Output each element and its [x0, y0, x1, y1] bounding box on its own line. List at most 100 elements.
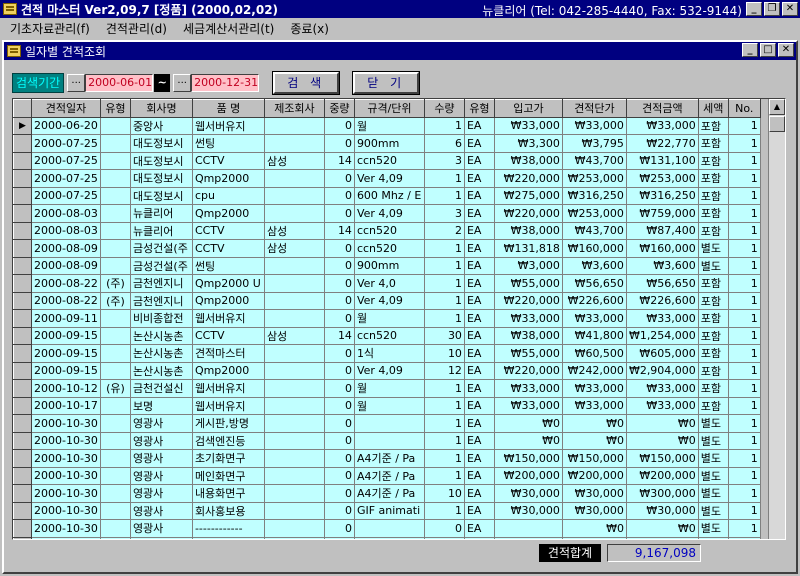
cell-unit[interactable]: EA [463, 309, 495, 328]
cell-cost[interactable]: ₩55,000 [493, 344, 563, 363]
table-row[interactable]: 2000-07-25 대도정보시 썬팅 0 900mm 6 EA ₩3,300 ₩3,795 ₩2… [13, 134, 761, 153]
table-row[interactable]: 2000-07-25 대도정보시 CCTV 삼성 14 ccn520 3 EA ₩38,000 ₩… [13, 151, 761, 170]
cell-prefix[interactable] [99, 221, 131, 240]
cell-product[interactable]: 웹서버유지 [191, 396, 265, 415]
cell-cost[interactable]: ₩38,000 [493, 151, 563, 170]
cell-no[interactable]: 1 [727, 414, 761, 433]
cell-unit-price[interactable]: ₩56,650 [561, 274, 627, 293]
cell-spec[interactable]: Ver 4,09 [353, 204, 425, 223]
cell-unit[interactable]: EA [463, 186, 495, 205]
cell-date[interactable]: 2000-09-11 [31, 309, 101, 328]
cell-spec[interactable]: Ver 4,0 [353, 274, 425, 293]
cell-manufacturer[interactable] [263, 344, 325, 363]
cell-spec[interactable]: GIF animati [353, 501, 425, 520]
cell-weight[interactable]: 0 [323, 204, 355, 223]
menu-estimate[interactable]: 견적관리(d) [98, 20, 175, 37]
estimate-grid[interactable]: 견적일자 유형 회사명 품 명 제조회사 중량 규격/단위 수량 유형 입고가 견적단가 견적금액 세액… [12, 98, 786, 540]
cell-unit[interactable]: EA [463, 221, 495, 240]
cell-cost[interactable]: ₩30,000 [493, 536, 563, 539]
cell-spec[interactable]: A4기준 / Pa [353, 484, 425, 503]
cell-prefix[interactable]: (주) [99, 291, 131, 310]
table-row[interactable]: 2000-08-09 금성건설(주 썬팅 0 900mm 1 EA ₩3,000 ₩3,600 ₩… [13, 256, 761, 275]
cell-prefix[interactable] [99, 344, 131, 363]
cell-weight[interactable]: 0 [323, 414, 355, 433]
table-row[interactable]: 2000-09-15 논산시농촌 Qmp2000 0 Ver 4,09 12 EA ₩220,… [13, 361, 761, 380]
cell-tax[interactable]: 포함 [697, 361, 729, 380]
cell-amount[interactable]: ₩0 [625, 431, 699, 450]
cell-prefix[interactable] [99, 536, 131, 539]
cell-prefix[interactable] [99, 169, 131, 188]
cell-no[interactable]: 1 [727, 396, 761, 415]
cell-date[interactable]: 2000-08-09 [31, 239, 101, 258]
cell-tax[interactable]: 별도 [697, 414, 729, 433]
cell-company[interactable]: 대도정보시 [129, 169, 193, 188]
cell-date[interactable]: 2000-10-17 [31, 396, 101, 415]
cell-date[interactable]: 2000-10-30 [31, 431, 101, 450]
cell-date[interactable]: 2000-08-22 [31, 291, 101, 310]
table-row[interactable]: 2000-07-25 대도정보시 cpu 0 600 Mhz / E 1 EA ₩275,00… [13, 186, 761, 205]
cell-qty[interactable]: 1 [423, 449, 465, 468]
cell-qty[interactable]: 1 [423, 414, 465, 433]
cell-weight[interactable]: 14 [323, 151, 355, 170]
cell-spec[interactable]: 600 Mhz / E [353, 186, 425, 205]
cell-cost[interactable]: ₩200,000 [493, 466, 563, 485]
column-header-tax[interactable]: 세액 [697, 99, 729, 118]
cell-no[interactable]: 1 [727, 431, 761, 450]
cell-tax[interactable]: 포함 [697, 396, 729, 415]
cell-no[interactable]: 1 [727, 256, 761, 275]
cell-no[interactable]: 1 [727, 519, 761, 538]
cell-product[interactable]: 웹서버유지 [191, 116, 265, 135]
cell-product[interactable]: 웹서버유지 [191, 309, 265, 328]
cell-date[interactable]: 2000-08-03 [31, 221, 101, 240]
cell-date[interactable]: 2000-07-25 [31, 186, 101, 205]
cell-qty[interactable]: 1 [423, 186, 465, 205]
cell-tax[interactable]: 별도 [697, 466, 729, 485]
cell-amount[interactable]: ₩150,000 [625, 449, 699, 468]
cell-unit-price[interactable]: ₩253,000 [561, 204, 627, 223]
cell-weight[interactable]: 14 [323, 221, 355, 240]
cell-qty[interactable]: 1 [423, 466, 465, 485]
cell-company[interactable]: 영광사 [129, 519, 193, 538]
cell-product[interactable]: 회사홍보용 [191, 501, 265, 520]
cell-company[interactable]: 영광사 [129, 414, 193, 433]
cell-spec[interactable]: ccn520 [353, 326, 425, 345]
cell-amount[interactable]: ₩56,650 [625, 274, 699, 293]
cell-qty[interactable]: 6 [423, 134, 465, 153]
date-to-field[interactable]: 2000-12-31 [191, 74, 260, 92]
cell-spec[interactable]: 월 [353, 379, 425, 398]
cell-date[interactable]: 2000-08-03 [31, 204, 101, 223]
cell-unit[interactable]: EA [463, 519, 495, 538]
child-minimize-button[interactable]: _ [742, 43, 758, 57]
table-row[interactable]: 2000-10-30 영광사 메인화면구 0 A4기준 / Pa 1 EA ₩200,000 ₩… [13, 466, 761, 485]
table-row[interactable]: 2000-08-03 뉴클리어 Qmp2000 0 Ver 4,09 3 EA ₩220,00… [13, 204, 761, 223]
cell-no[interactable]: 1 [727, 449, 761, 468]
cell-unit-price[interactable]: ₩242,000 [561, 361, 627, 380]
cell-amount[interactable]: ₩759,000 [625, 204, 699, 223]
cell-prefix[interactable] [99, 414, 131, 433]
cell-unit-price[interactable]: ₩200,000 [561, 466, 627, 485]
cell-unit[interactable]: EA [463, 431, 495, 450]
cell-no[interactable]: 1 [727, 134, 761, 153]
table-row[interactable]: 2000-09-15 논산시농촌 CCTV 삼성 14 ccn520 30 EA ₩38,000… [13, 326, 761, 345]
cell-cost[interactable]: ₩131,818 [493, 239, 563, 258]
cell-weight[interactable]: 0 [323, 116, 355, 135]
cell-unit-price[interactable]: ₩60,500 [561, 344, 627, 363]
column-header-unit-price[interactable]: 견적단가 [561, 99, 627, 118]
table-row[interactable]: 2000-08-09 금성건설(주 CCTV 삼성 0 ccn520 1 EA ₩131,818… [13, 239, 761, 258]
cell-product[interactable]: 검색엔진등 [191, 431, 265, 450]
cell-unit[interactable]: EA [463, 151, 495, 170]
row-selector[interactable] [13, 221, 32, 240]
cell-date[interactable]: 2000-06-20 [31, 116, 101, 135]
column-header-product[interactable]: 품 명 [191, 99, 265, 118]
table-row[interactable]: 2000-10-30 영광사 게시판,방명 0 1 EA ₩0 ₩0 ₩0 별도 1 [13, 414, 761, 433]
cell-company[interactable]: 영광사 [129, 466, 193, 485]
cell-prefix[interactable] [99, 116, 131, 135]
cell-prefix[interactable] [99, 431, 131, 450]
cell-spec[interactable] [353, 414, 425, 433]
row-selector[interactable] [13, 309, 32, 328]
cell-unit[interactable]: EA [463, 379, 495, 398]
cell-company[interactable]: 대도정보시 [129, 186, 193, 205]
cell-spec[interactable]: Ver 4,09 [353, 291, 425, 310]
cell-manufacturer[interactable] [263, 501, 325, 520]
column-header-spec[interactable]: 규격/단위 [353, 99, 425, 118]
